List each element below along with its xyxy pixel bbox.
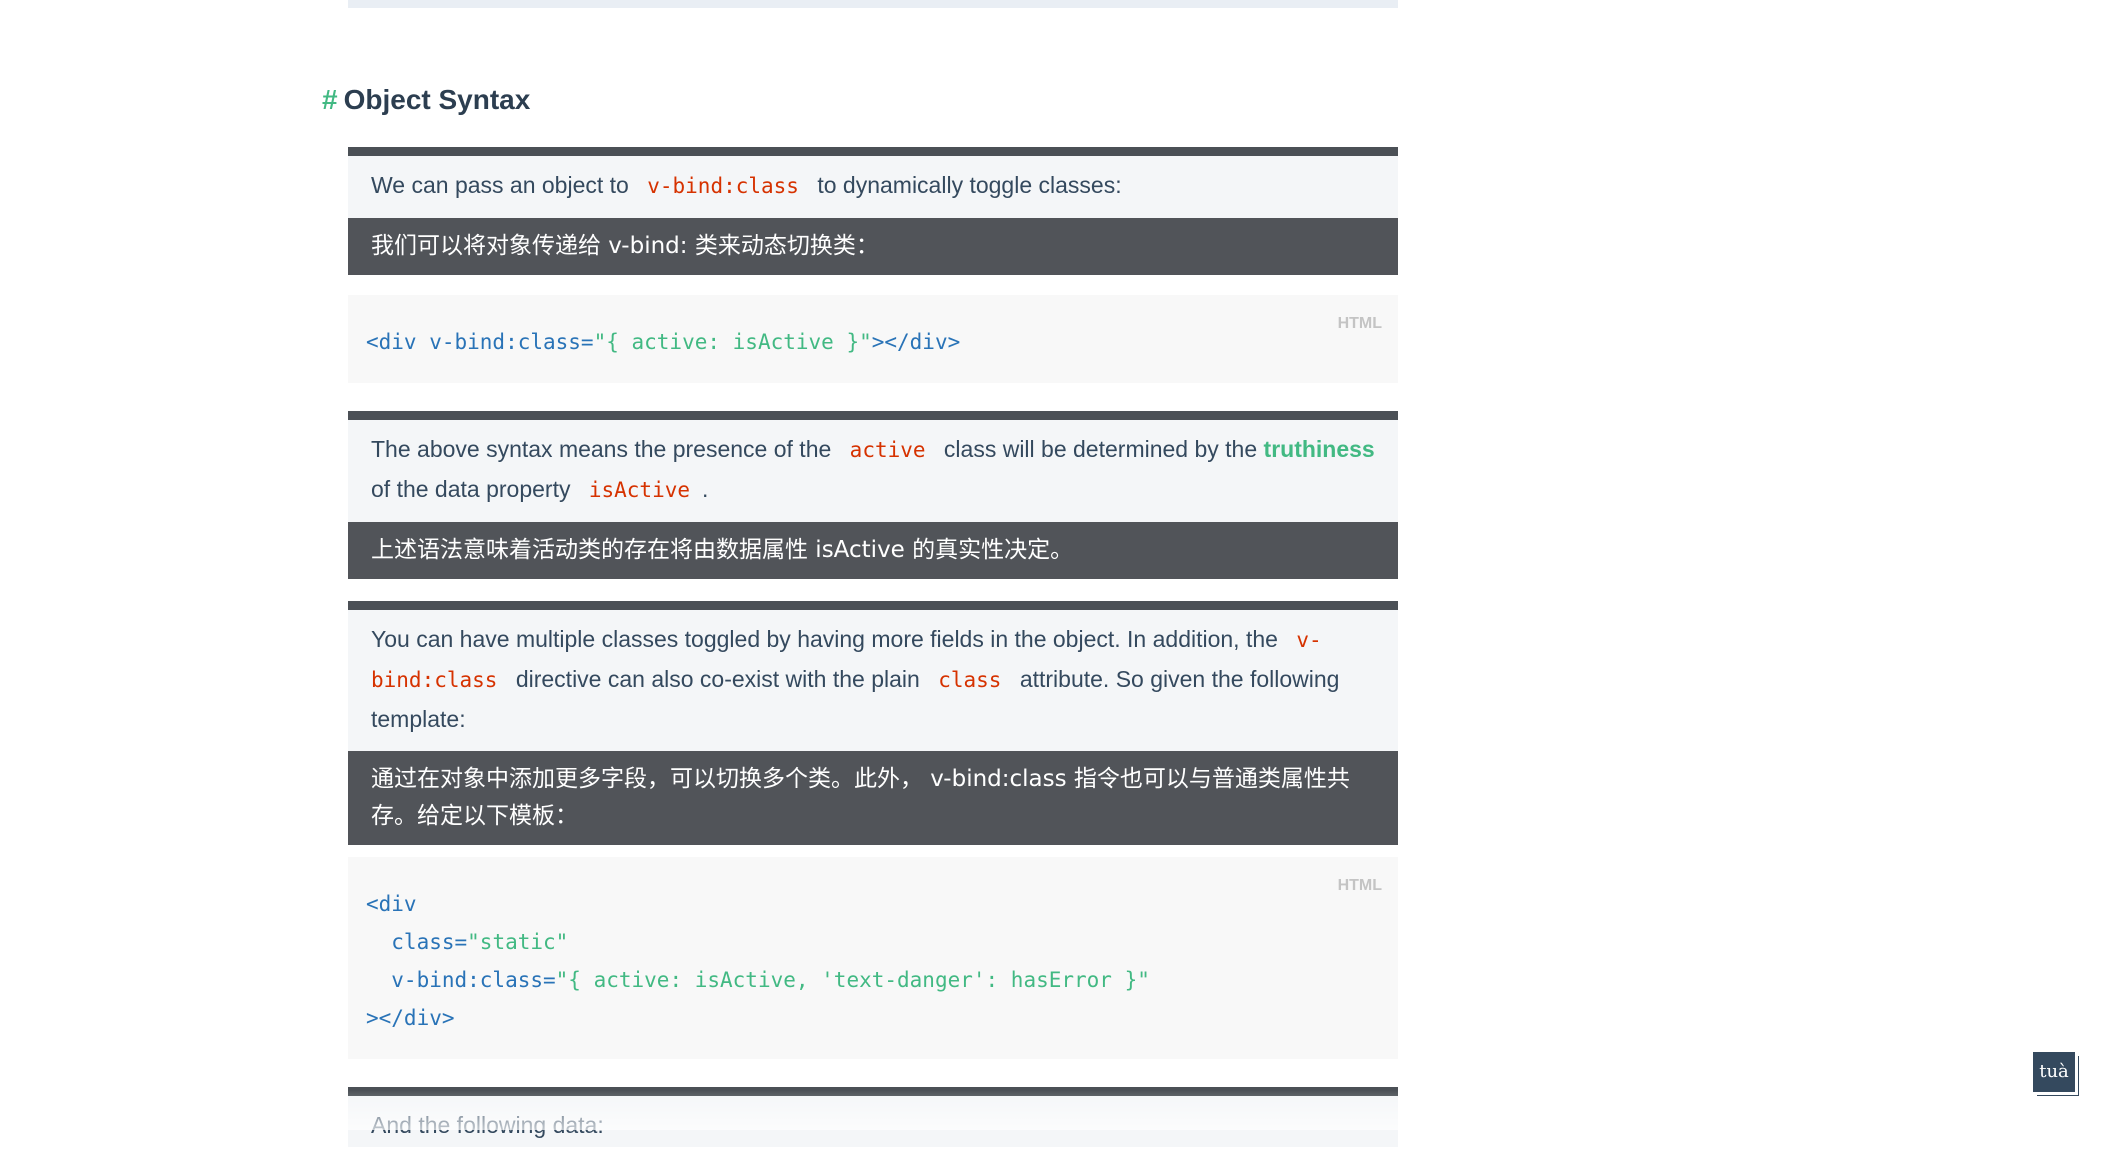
translated-text: 通过在对象中添加更多字段，可以切换多个类。此外， v-bind:class 指令… [348, 751, 1398, 845]
inline-code: active [849, 438, 926, 462]
inline-code: class [938, 668, 1002, 692]
original-text: You can have multiple classes toggled by… [348, 610, 1398, 751]
code-token: ></div> [366, 1006, 455, 1030]
translation-block-3: You can have multiple classes toggled by… [348, 601, 1398, 845]
previous-block-edge [348, 0, 1398, 8]
code-language-label: HTML [1337, 315, 1382, 332]
translate-widget-button[interactable]: tuà [2033, 1052, 2075, 1092]
text: class will be determined by the [943, 436, 1258, 462]
text: . [702, 476, 709, 502]
code-line: <div v-bind:class="{ active: isActive }"… [366, 323, 1380, 361]
code-token: "{ active: isActive }" [593, 330, 872, 354]
section-heading: # Object Syntax [322, 84, 530, 116]
text: We can pass an object to [371, 172, 629, 198]
code-token: "static" [467, 930, 569, 954]
code-line: <div [366, 885, 1380, 923]
text: The above syntax means the presence of t… [371, 436, 832, 462]
translation-block-2: The above syntax means the presence of t… [348, 411, 1398, 579]
code-line: class="static" [366, 923, 1380, 961]
translated-text: 上述语法意味着活动类的存在将由数据属性 isActive 的真实性决定。 [348, 522, 1398, 579]
translated-text: 我们可以将对象传递给 v-bind: 类来动态切换类： [348, 218, 1398, 275]
code-token: "{ active: isActive, 'text-danger': hasE… [555, 968, 1150, 992]
code-token: class= [366, 930, 468, 954]
text: to dynamically toggle classes: [817, 172, 1122, 198]
inline-code: v-bind:class [647, 174, 799, 198]
inline-code: isActive [588, 478, 691, 502]
code-line: v-bind:class="{ active: isActive, 'text-… [366, 961, 1380, 999]
code-token: <div [366, 892, 417, 916]
scroll-fade [348, 1090, 1398, 1130]
text: directive can also co-exist with the pla… [515, 666, 920, 692]
text: You can have multiple classes toggled by… [371, 626, 1278, 652]
code-token: ></div> [871, 330, 961, 354]
text: of the data property [371, 476, 571, 502]
code-line: ></div> [366, 999, 1380, 1037]
code-token: v-bind:class= [366, 968, 556, 992]
code-block-2: HTML <div class="static" v-bind:class="{… [348, 857, 1398, 1059]
code-block-1: HTML <div v-bind:class="{ active: isActi… [348, 295, 1398, 383]
translation-block-1: We can pass an object to v-bind:class to… [348, 147, 1398, 275]
truthiness-link[interactable]: truthiness [1264, 436, 1375, 462]
anchor-link[interactable]: # [322, 84, 338, 115]
code-token: <div v-bind:class= [366, 330, 594, 354]
original-text: The above syntax means the presence of t… [348, 420, 1398, 522]
section-title: Object Syntax [343, 84, 531, 115]
code-language-label: HTML [1337, 877, 1382, 894]
original-text: We can pass an object to v-bind:class to… [348, 156, 1398, 218]
